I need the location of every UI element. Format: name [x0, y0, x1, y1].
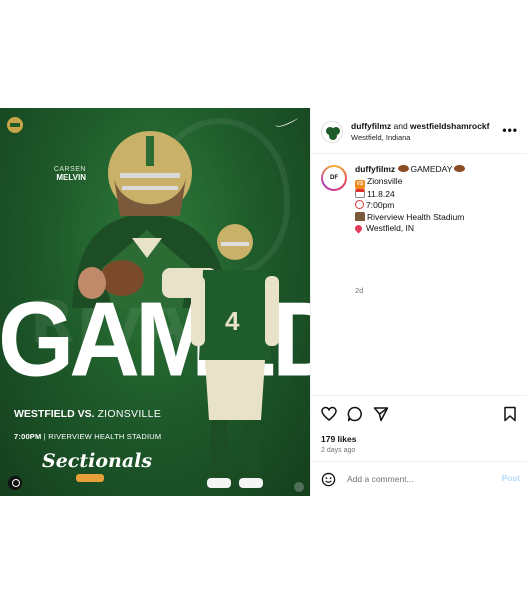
nike-logo-icon — [275, 118, 299, 127]
tagged-users-icon[interactable] — [8, 476, 22, 490]
clover-avatar-icon — [326, 127, 340, 140]
stadium-emoji-icon — [355, 211, 365, 221]
caption-line-location: Westfield, IN — [366, 223, 415, 234]
team-logo-icon — [7, 117, 23, 133]
caption-headline: GAMEDAY — [410, 164, 453, 174]
caption-timestamp[interactable]: 2d — [355, 286, 363, 295]
caption-avatar[interactable]: DF — [321, 165, 347, 191]
caption-avatar-text: DF — [330, 175, 338, 181]
likes-count[interactable]: 179 likes — [321, 434, 356, 444]
caption-line-opponent: Zionsville — [367, 175, 403, 186]
actions-section: 179 likes 2 days ago Post — [311, 395, 527, 495]
post-image[interactable]: RIVALS CARSEN MELVIN GAMEDAY 4 — [0, 108, 310, 496]
watermark-icon — [294, 482, 304, 492]
game-venue: | RIVERVIEW HEALTH STADIUM — [43, 432, 162, 441]
receiver-figure: 4 — [191, 224, 279, 488]
share-icon[interactable] — [373, 406, 389, 422]
matchup-text: WESTFIELD VS. ZIONSVILLE — [14, 408, 161, 420]
caption-section: DF duffyfilmz GAMEDAY VS Zionsville 11.8.… — [311, 155, 527, 395]
calendar-emoji-icon — [355, 188, 365, 198]
post-comment-button[interactable]: Post — [502, 473, 520, 483]
heart-icon[interactable] — [321, 406, 337, 422]
vs-emoji-icon: VS — [355, 179, 365, 189]
post-header: duffyfilmz and westfieldshamrockf Westfi… — [311, 108, 527, 154]
caption-text: duffyfilmz GAMEDAY VS Zionsville 11.8.24 … — [353, 164, 520, 235]
post-details-panel: duffyfilmz and westfieldshamrockf Westfi… — [310, 108, 527, 496]
pin-emoji-icon — [353, 223, 364, 234]
sectionals-logo: Sectionals — [42, 450, 153, 472]
caption-line-venue: Riverview Health Stadium — [367, 211, 465, 222]
matchup-home: WESTFIELD VS. — [14, 408, 95, 420]
football-emoji-icon — [454, 165, 466, 172]
comment-bar: Post — [311, 461, 527, 496]
caption-username[interactable]: duffyfilmz — [355, 164, 395, 174]
clock-emoji-icon — [355, 200, 364, 210]
location-link[interactable]: Westfield, Indiana — [351, 133, 410, 142]
svg-text:4: 4 — [225, 306, 240, 336]
football-emoji-icon — [397, 165, 409, 172]
post-date[interactable]: 2 days ago — [321, 447, 355, 454]
caption-line-date: 11.8.24 — [367, 188, 395, 199]
bookmark-icon[interactable] — [502, 406, 518, 422]
time-venue-text: 7:00PM | RIVERVIEW HEALTH STADIUM — [14, 432, 161, 441]
caption-line-time: 7:00pm — [366, 200, 395, 211]
more-options-button[interactable]: ••• — [502, 124, 518, 136]
author-link-primary[interactable]: duffyfilmz — [351, 121, 391, 131]
author-avatar[interactable] — [321, 121, 343, 143]
game-time: 7:00PM — [14, 432, 42, 441]
comment-input[interactable] — [347, 471, 487, 487]
emoji-picker-icon[interactable] — [321, 472, 336, 487]
post-authors: duffyfilmz and westfieldshamrockf — [351, 121, 501, 131]
comment-icon[interactable] — [347, 406, 363, 422]
matchup-away: ZIONSVILLE — [97, 408, 162, 420]
sectionals-ribbon — [76, 474, 104, 482]
authors-joiner: and — [391, 121, 411, 131]
author-link-secondary[interactable]: westfieldshamrockf — [410, 121, 489, 131]
